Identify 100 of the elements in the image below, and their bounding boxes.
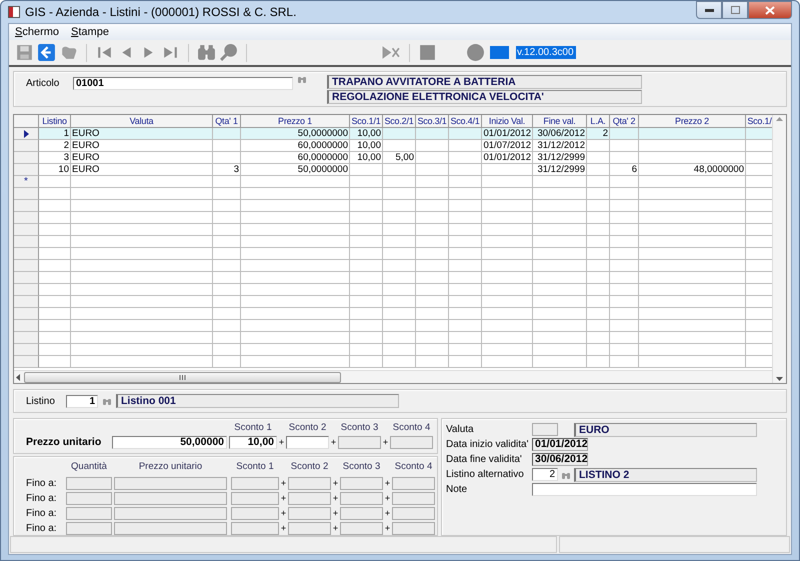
scroll-down-icon[interactable] bbox=[776, 377, 783, 381]
table-cell bbox=[482, 224, 533, 236]
table-cell bbox=[416, 272, 449, 284]
app-icon bbox=[8, 6, 20, 18]
listino-code-field[interactable]: 1 bbox=[66, 394, 98, 408]
plus-sign: + bbox=[332, 493, 340, 503]
tier-header: Sconto 4 bbox=[394, 460, 434, 472]
currency-code-field[interactable] bbox=[532, 423, 558, 436]
field-label: Listino bbox=[26, 396, 56, 406]
column-header[interactable]: Sco.3/1 bbox=[416, 115, 449, 128]
table-cell bbox=[350, 356, 383, 368]
table-cell bbox=[383, 224, 416, 236]
table-cell bbox=[587, 260, 610, 272]
column-header[interactable]: Prezzo 2 bbox=[639, 115, 746, 128]
column-header[interactable]: Sco.4/1 bbox=[449, 115, 482, 128]
discount-field[interactable] bbox=[286, 436, 329, 448]
table-cell: 01/07/2012 bbox=[482, 140, 533, 152]
table-cell bbox=[39, 200, 71, 212]
plus-sign: + bbox=[384, 523, 392, 533]
table-cell: 60,0000000 bbox=[241, 152, 350, 164]
table-cell bbox=[350, 224, 383, 236]
lookup-icon[interactable] bbox=[298, 75, 306, 83]
table-cell bbox=[213, 296, 241, 308]
table-cell bbox=[416, 320, 449, 332]
scroll-thumb[interactable] bbox=[24, 372, 341, 382]
table-cell bbox=[533, 188, 587, 200]
table-cell bbox=[383, 200, 416, 212]
date-field[interactable]: 30/06/2012 bbox=[532, 453, 588, 466]
discount-field[interactable]: 10,00 bbox=[229, 436, 277, 448]
table-cell bbox=[383, 320, 416, 332]
column-header[interactable]: Sco.1/1 bbox=[350, 115, 383, 128]
unit-price-field[interactable]: 50,00000 bbox=[112, 436, 227, 448]
table-cell bbox=[587, 344, 610, 356]
discount-header: Sconto 2 bbox=[288, 422, 328, 432]
table-cell bbox=[482, 272, 533, 284]
column-header[interactable]: Fine val. bbox=[533, 115, 587, 128]
status-block bbox=[490, 46, 509, 59]
table-cell bbox=[383, 140, 416, 152]
table-cell bbox=[213, 176, 241, 188]
tier-header: Sconto 2 bbox=[290, 460, 330, 472]
note-field[interactable] bbox=[532, 483, 757, 496]
column-header[interactable]: Sco.1/ bbox=[746, 115, 772, 128]
table-cell bbox=[350, 272, 383, 284]
binoculars-icon[interactable] bbox=[197, 43, 216, 62]
lookup-icon[interactable] bbox=[562, 470, 570, 478]
table-cell bbox=[533, 356, 587, 368]
table-cell bbox=[610, 248, 639, 260]
column-header[interactable]: Valuta bbox=[71, 115, 213, 128]
column-header[interactable]: Prezzo 1 bbox=[241, 115, 350, 128]
table-cell bbox=[350, 188, 383, 200]
alternative-list-field[interactable]: 2 bbox=[532, 468, 558, 481]
column-header[interactable]: Listino bbox=[39, 115, 71, 128]
horizontal-scrollbar[interactable] bbox=[14, 370, 772, 383]
table-cell bbox=[610, 332, 639, 344]
table-cell bbox=[746, 128, 772, 140]
circle-icon[interactable] bbox=[466, 43, 485, 62]
currency-description: EURO bbox=[574, 422, 757, 436]
table-cell bbox=[533, 176, 587, 188]
vertical-scrollbar[interactable] bbox=[772, 115, 786, 383]
field-label: Listino alternativo bbox=[446, 469, 525, 480]
menu-item[interactable]: Schermo bbox=[13, 26, 62, 38]
close-button[interactable] bbox=[748, 1, 792, 19]
table-cell bbox=[213, 260, 241, 272]
row-header[interactable] bbox=[14, 128, 39, 140]
tier-header: Sconto 1 bbox=[235, 460, 275, 472]
table-cell bbox=[383, 164, 416, 176]
lookup-icon[interactable] bbox=[103, 397, 111, 405]
table-cell bbox=[587, 308, 610, 320]
table-cell bbox=[449, 344, 482, 356]
table-cell bbox=[449, 308, 482, 320]
discount-header: Sconto 1 bbox=[233, 422, 273, 432]
table-cell bbox=[610, 344, 639, 356]
maximize-button[interactable] bbox=[722, 1, 748, 19]
search-icon[interactable] bbox=[219, 43, 238, 62]
menu-item[interactable]: Stampe bbox=[69, 26, 111, 38]
table-cell bbox=[39, 272, 71, 284]
column-header[interactable]: Qta' 1 bbox=[213, 115, 241, 128]
table-cell: EURO bbox=[71, 164, 213, 176]
scroll-left-icon[interactable] bbox=[16, 374, 20, 380]
table-cell bbox=[533, 260, 587, 272]
table-cell bbox=[416, 224, 449, 236]
tier-header: Prezzo unitario bbox=[138, 460, 204, 472]
column-header[interactable]: L.A. bbox=[587, 115, 610, 128]
column-header[interactable]: Qta' 2 bbox=[610, 115, 639, 128]
new-row-marker[interactable]: * bbox=[14, 176, 39, 188]
table-cell bbox=[350, 200, 383, 212]
table-cell bbox=[213, 272, 241, 284]
date-field[interactable]: 01/01/2012 bbox=[532, 438, 588, 451]
minimize-button[interactable] bbox=[696, 1, 722, 19]
table-cell bbox=[449, 140, 482, 152]
save-icon[interactable] bbox=[15, 43, 34, 62]
scroll-up-icon[interactable] bbox=[776, 117, 783, 121]
table-cell bbox=[533, 284, 587, 296]
table-cell bbox=[449, 260, 482, 272]
table-cell bbox=[416, 260, 449, 272]
table-cell bbox=[416, 128, 449, 140]
article-code-field[interactable]: 01001 bbox=[73, 77, 293, 90]
stop-icon[interactable] bbox=[418, 43, 437, 62]
column-header[interactable]: Sco.2/1 bbox=[383, 115, 416, 128]
column-header[interactable]: Inizio Val. bbox=[482, 115, 533, 128]
